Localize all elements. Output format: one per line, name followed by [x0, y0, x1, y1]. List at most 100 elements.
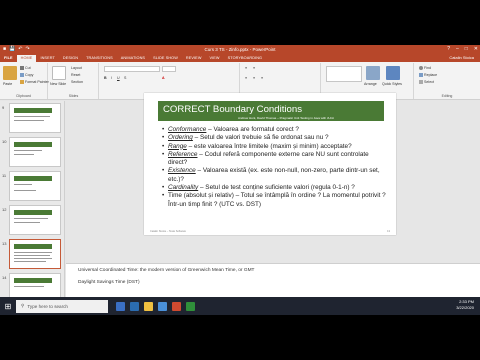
thumbnail-number: 10	[2, 139, 7, 144]
slide-bullet-list[interactable]: • Conformance – Valoarea are formatul cor…	[162, 126, 387, 209]
thumbnail-item[interactable]: 12	[0, 205, 64, 239]
section-button[interactable]: Section	[71, 80, 83, 84]
clipboard-group-label: Clipboard	[16, 94, 31, 98]
font-size-select[interactable]	[162, 66, 176, 72]
save-icon[interactable]: 💾	[9, 45, 15, 54]
thumbnail-slide[interactable]	[9, 205, 61, 235]
taskbar-apps	[116, 301, 195, 311]
user-name[interactable]: Catalin Stoica	[449, 54, 474, 62]
thumbnail-text	[14, 252, 52, 253]
paste-button[interactable]: Paste	[3, 82, 12, 86]
slide-thumbnails-pane: 9 10 11 12 13 14	[0, 101, 65, 308]
tab-design[interactable]: DESIGN	[59, 54, 82, 62]
bullet-term: Ordering	[168, 134, 193, 142]
thumbnail-text	[14, 184, 32, 185]
tab-view[interactable]: VIEW	[206, 54, 224, 62]
bullet-text: – Valoarea există (ex. este non-null, no…	[168, 167, 380, 183]
quick-styles-button[interactable]: Quick Styles	[382, 82, 402, 86]
thumbnail-item[interactable]: 10	[0, 137, 64, 171]
tab-home[interactable]: HOME	[16, 55, 37, 62]
thumbnail-item[interactable]: 11	[0, 171, 64, 205]
system-tray-clock[interactable]: 2:33 PM 3/22/2020	[456, 299, 474, 311]
minimize-icon[interactable]: –	[456, 45, 459, 54]
new-slide-button[interactable]: New Slide	[50, 82, 66, 86]
bullet-term: Reference	[168, 150, 198, 158]
font-color-icon[interactable]: A	[162, 76, 165, 80]
shadow-icon[interactable]: S	[124, 76, 126, 80]
thumbnail-header	[14, 244, 52, 249]
thumbnail-header	[14, 278, 52, 283]
bullet-content: Existence – Valoarea există (ex. este no…	[168, 167, 387, 184]
copy-button[interactable]: Copy	[20, 73, 33, 78]
undo-icon[interactable]: ↶	[18, 45, 22, 54]
format-painter-label: Format Painter	[25, 80, 49, 84]
font-name-select[interactable]	[104, 66, 160, 72]
maximize-icon[interactable]: □	[465, 45, 468, 54]
tab-insert[interactable]: INSERT	[36, 54, 58, 62]
thumbnail-slide[interactable]	[9, 171, 61, 201]
tab-animations[interactable]: ANIMATIONS	[117, 54, 149, 62]
task-view-icon[interactable]	[116, 301, 125, 311]
new-slide-icon[interactable]	[52, 66, 66, 80]
magnifier-icon	[419, 66, 423, 71]
bullet-text: – Valoarea are formatul corect ?	[206, 126, 299, 133]
store-icon[interactable]	[158, 301, 167, 311]
thumbnail-item[interactable]: 13	[0, 239, 64, 273]
file-explorer-icon[interactable]	[144, 301, 153, 311]
windows-start-icon[interactable]: ⊞	[0, 297, 16, 315]
format-painter-button[interactable]: Format Painter	[20, 80, 49, 85]
arrange-icon[interactable]	[366, 66, 380, 80]
tab-storyboarding[interactable]: STORYBOARDING	[224, 54, 267, 62]
help-icon[interactable]: ?	[447, 45, 450, 54]
shapes-gallery[interactable]	[326, 66, 362, 82]
copy-icon	[20, 73, 24, 78]
underline-icon[interactable]: U	[117, 76, 120, 80]
layout-button[interactable]: Layout	[71, 66, 82, 70]
title-bar: ■ 💾 ↶ ↷ Curs 3 TS - Zinfo.pptx - PowerPo…	[0, 45, 480, 54]
excel-taskbar-icon[interactable]	[186, 301, 195, 311]
align-right-icon[interactable]: ≡	[261, 76, 263, 80]
quick-access-toolbar: ■ 💾 ↶ ↷	[0, 45, 120, 54]
bullet-content: Ordering – Setul de valori trebuie să fi…	[168, 134, 329, 142]
thumbnail-text	[14, 222, 40, 223]
bold-icon[interactable]: B	[104, 76, 107, 80]
align-left-icon[interactable]: ≡	[245, 76, 247, 80]
paste-icon[interactable]	[3, 66, 17, 80]
thumbnail-number: 11	[2, 173, 7, 178]
find-button[interactable]: Find	[419, 66, 431, 71]
thumbnail-slide-selected[interactable]	[9, 239, 61, 269]
reset-button[interactable]: Reset	[71, 73, 80, 77]
close-icon[interactable]: ✕	[474, 45, 478, 54]
powerpoint-taskbar-icon[interactable]	[172, 301, 181, 311]
bullet-content: Conformance – Valoarea are formatul core…	[168, 126, 299, 134]
clock-date: 3/22/2020	[456, 305, 474, 310]
slide-title[interactable]: CORRECT Boundary Conditions	[163, 104, 302, 115]
cut-button[interactable]: Cut	[20, 66, 31, 71]
redo-icon[interactable]: ↷	[25, 45, 29, 54]
replace-button[interactable]: Replace	[419, 73, 437, 78]
tab-review[interactable]: REVIEW	[182, 54, 206, 62]
taskbar-search[interactable]: ⚲ Type here to search	[16, 299, 108, 313]
select-label: Select	[424, 80, 434, 84]
tab-transitions[interactable]: TRANSITIONS	[82, 54, 117, 62]
tab-slide-show[interactable]: SLIDE SHOW	[149, 54, 182, 62]
thumbnail-header	[14, 210, 52, 215]
align-center-icon[interactable]: ≡	[253, 76, 255, 80]
bullets-icon[interactable]: ≡	[245, 66, 247, 70]
edge-icon[interactable]	[130, 301, 139, 311]
slide-footer: Catalin Stoica – Teste Software	[150, 230, 186, 233]
italic-icon[interactable]: I	[111, 76, 112, 80]
tab-file[interactable]: FILE	[0, 54, 17, 62]
quick-styles-icon[interactable]	[386, 66, 400, 80]
numbering-icon[interactable]: ≡	[253, 66, 255, 70]
thumbnail-text	[14, 154, 34, 155]
slide-canvas[interactable]: CORRECT Boundary Conditions Andrew Hunt,…	[144, 93, 396, 235]
slides-group-label: Slides	[68, 94, 79, 98]
thumbnail-item[interactable]: 9	[0, 103, 64, 137]
thumbnail-slide[interactable]	[9, 137, 61, 167]
arrange-button[interactable]: Arrange	[364, 82, 377, 86]
select-button[interactable]: Select	[419, 80, 434, 85]
cursor-icon	[419, 80, 423, 85]
thumbnail-text	[14, 286, 44, 287]
thumbnail-slide[interactable]	[9, 103, 61, 133]
